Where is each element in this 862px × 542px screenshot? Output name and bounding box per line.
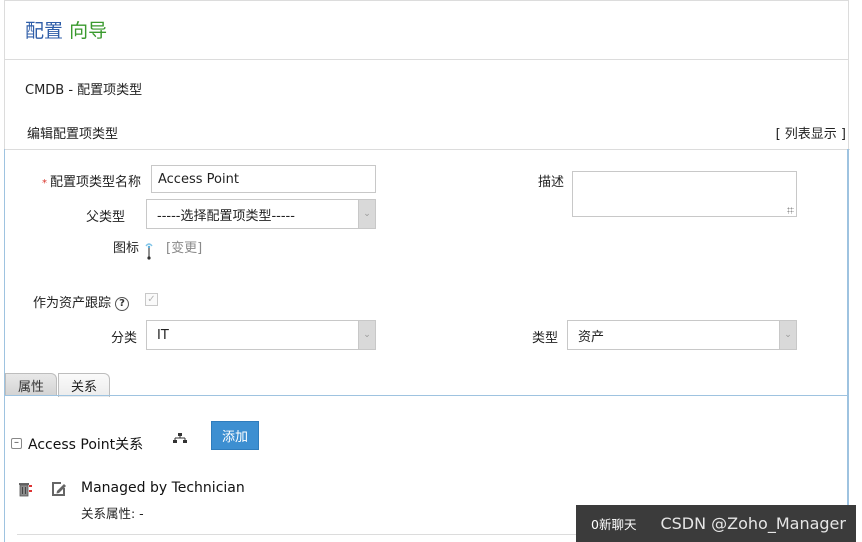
relationship-attributes: 关系属性: - xyxy=(81,506,144,521)
tabs-divider xyxy=(5,395,848,396)
name-input-value: Access Point xyxy=(158,171,239,187)
required-marker: * xyxy=(42,178,47,189)
name-label-text: 配置项类型名称 xyxy=(50,175,142,190)
breadcrumb: CMDB - 配置项类型 xyxy=(25,83,143,98)
change-icon-link[interactable]: [变更] xyxy=(166,237,202,256)
description-textarea[interactable] xyxy=(572,171,797,217)
trash-icon[interactable] xyxy=(17,481,33,497)
resize-grip-icon[interactable] xyxy=(787,207,794,214)
chevron-down-icon: ⌄ xyxy=(358,200,375,228)
relationship-name: Managed by Technician xyxy=(81,480,245,496)
type-value: 资产 xyxy=(578,329,605,345)
help-icon[interactable]: ? xyxy=(115,296,130,311)
parent-type-value: -----选择配置项类型----- xyxy=(157,208,295,224)
category-label: 分类 xyxy=(111,331,138,346)
page-title-part2: 向导 xyxy=(69,20,108,42)
type-label: 类型 xyxy=(532,331,559,346)
relationships-section-title: Access Point关系 xyxy=(28,437,144,453)
add-relationship-button[interactable]: 添加 xyxy=(211,421,259,450)
track-as-asset-text: 作为资产跟踪 xyxy=(33,296,112,311)
page-title: 配置 向导 xyxy=(25,16,107,43)
category-value: IT xyxy=(157,327,169,343)
access-point-icon xyxy=(145,243,153,260)
hierarchy-icon[interactable] xyxy=(173,433,187,444)
parent-type-label: 父类型 xyxy=(86,210,126,225)
collapse-icon[interactable]: – xyxy=(11,438,22,449)
track-as-asset-checkbox[interactable]: ✓ xyxy=(145,293,158,306)
title-bar: 配置 向导 xyxy=(5,1,848,60)
edit-icon[interactable] xyxy=(51,481,67,497)
section-heading: 编辑配置项类型 xyxy=(27,127,119,142)
icon-label: 图标 xyxy=(113,241,140,256)
parent-type-select[interactable]: -----选择配置项类型----- ⌄ xyxy=(146,199,376,229)
description-label: 描述 xyxy=(538,175,565,190)
new-chat-link[interactable]: 0新聊天 xyxy=(591,514,636,533)
page-title-part1: 配置 xyxy=(25,20,64,42)
category-select[interactable]: IT ⌄ xyxy=(146,320,376,350)
name-label: * 配置项类型名称 xyxy=(42,171,141,190)
type-select[interactable]: 资产 ⌄ xyxy=(567,320,797,350)
chat-bar: 0新聊天 CSDN @Zoho_Manager xyxy=(576,505,856,542)
tab-relationships[interactable]: 关系 xyxy=(58,373,110,397)
watermark: CSDN @Zoho_Manager xyxy=(660,514,846,533)
chevron-down-icon: ⌄ xyxy=(779,321,796,349)
name-input[interactable]: Access Point xyxy=(151,165,376,193)
track-as-asset-label: 作为资产跟踪? xyxy=(33,292,130,311)
list-view-link[interactable]: [ 列表显示 ] xyxy=(776,123,846,142)
chevron-down-icon: ⌄ xyxy=(358,321,375,349)
tab-attributes[interactable]: 属性 xyxy=(5,373,57,396)
